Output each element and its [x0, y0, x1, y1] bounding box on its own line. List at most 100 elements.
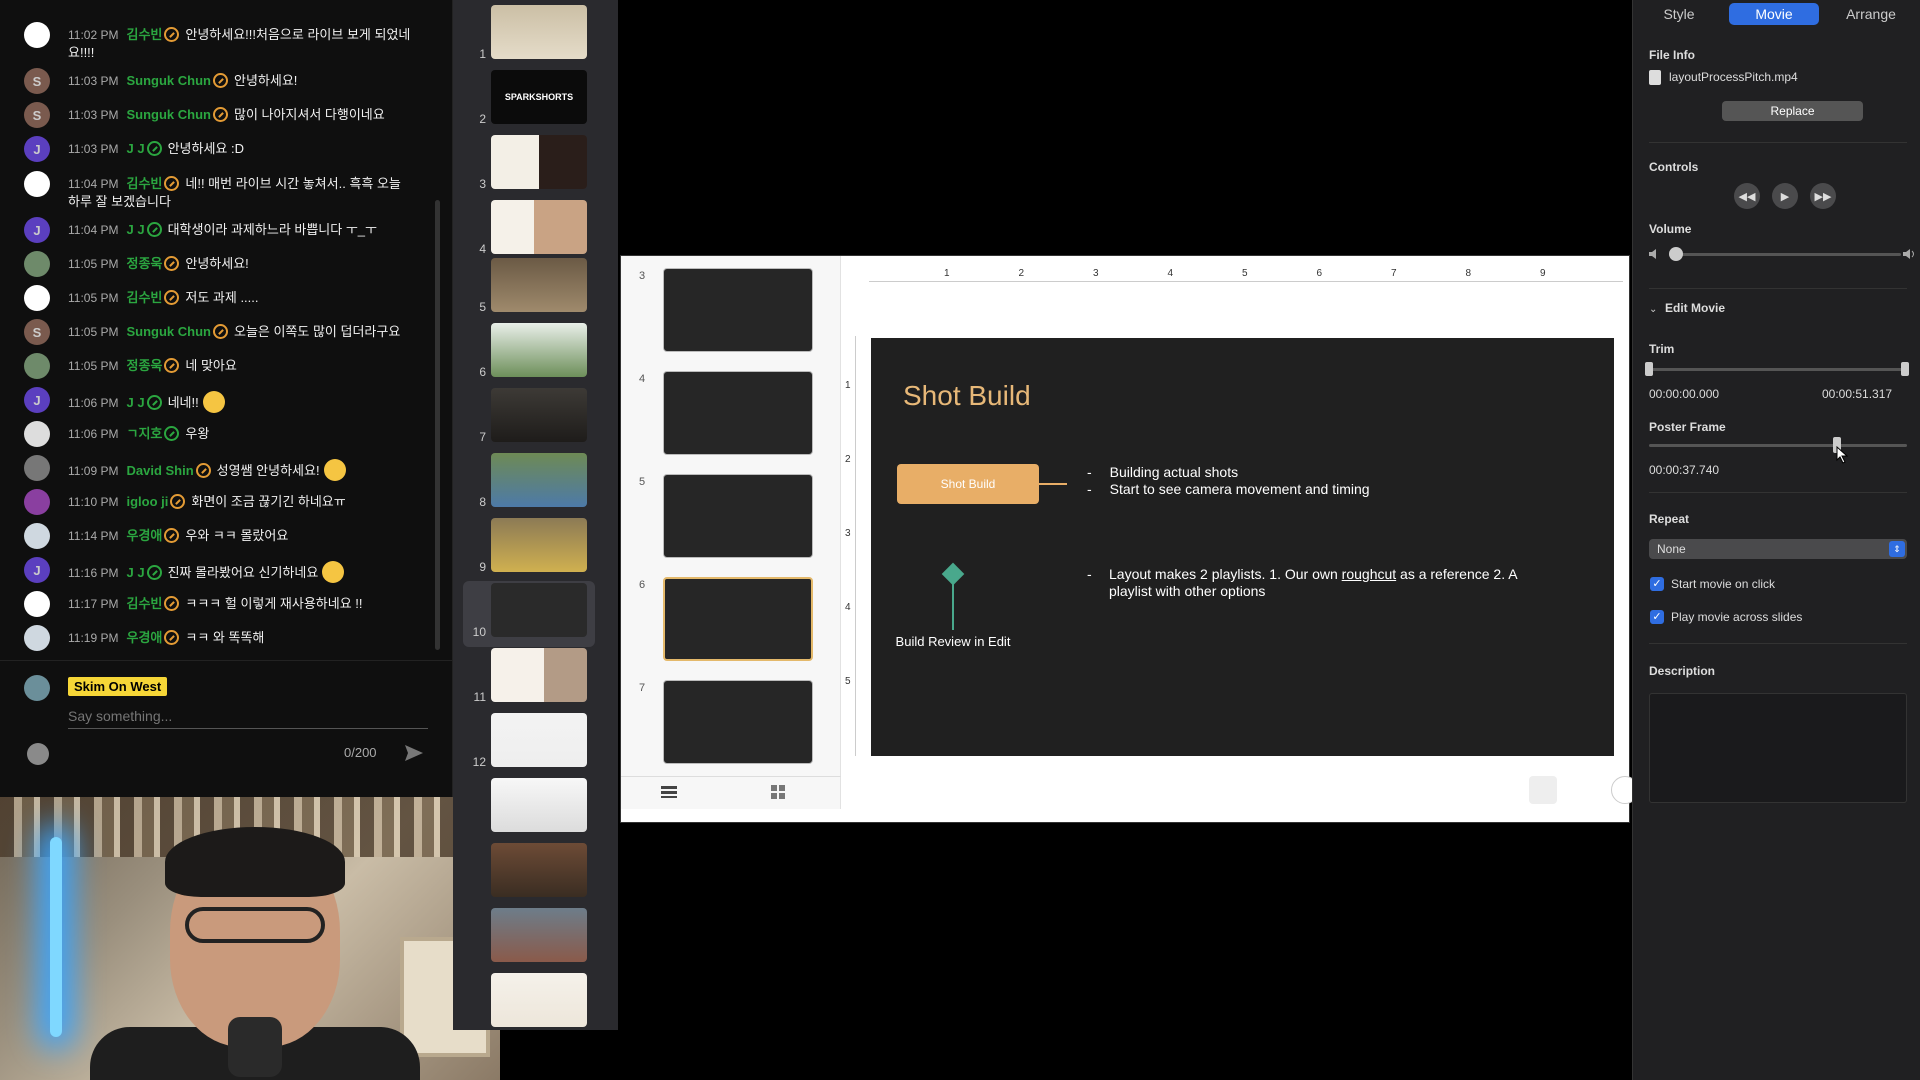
emoji-picker-icon[interactable] [27, 743, 49, 765]
slide-thumbnail[interactable] [491, 323, 587, 377]
chat-message: J 11:03 PM J J 안녕하세요 :D [24, 136, 414, 162]
slide-thumbnail[interactable] [663, 680, 813, 764]
chat-author[interactable]: Sunguk Chun [126, 107, 211, 122]
slide-thumbnail[interactable]: SPARKSHORTS [491, 70, 587, 124]
slide-number: 12 [472, 755, 486, 769]
chat-author[interactable]: J J [126, 395, 144, 410]
slide-thumbnail[interactable] [491, 843, 587, 897]
start-on-click-checkbox[interactable]: ✓ [1650, 577, 1664, 591]
slide-canvas[interactable]: Shot Build Shot Build - Building actual s… [871, 338, 1614, 756]
chat-author[interactable]: ㄱ지호 [126, 426, 162, 441]
chat-message-input[interactable] [68, 703, 428, 729]
slide-thumbnail[interactable] [663, 371, 813, 455]
chat-message-body: 11:05 PM 정종욱 네 맞아요 [68, 353, 414, 375]
document-window: 3 4 5 6 7 1 2 3 4 5 6 7 8 9 1 2 3 4 5 Shot Build Shot Bu… [620, 255, 1639, 823]
volume-slider[interactable] [1669, 253, 1901, 256]
chat-author[interactable]: Sunguk Chun [126, 324, 211, 339]
slide-thumbnail[interactable] [491, 135, 587, 189]
chevron-down-icon[interactable]: ⌄ [1649, 304, 1657, 315]
slide-thumbnail[interactable] [491, 778, 587, 832]
replace-button[interactable]: Replace [1722, 101, 1863, 121]
slide-thumbnail[interactable] [491, 713, 587, 767]
slide-thumbnail[interactable] [491, 973, 587, 1027]
poster-frame-slider[interactable] [1649, 444, 1907, 447]
slide-thumbnail[interactable] [491, 453, 587, 507]
chat-author[interactable]: 김수빈 [126, 596, 162, 611]
member-badge-icon [164, 426, 180, 441]
chat-author[interactable]: 김수빈 [126, 290, 162, 305]
slide-thumbnail[interactable] [491, 388, 587, 442]
chat-author[interactable]: igloo ji [126, 494, 168, 509]
play-across-slides-checkbox[interactable]: ✓ [1650, 610, 1664, 624]
slide-thumbnail[interactable] [491, 200, 587, 254]
chat-author[interactable]: J J [126, 141, 144, 156]
chat-author[interactable]: J J [126, 565, 144, 580]
volume-slider-thumb[interactable] [1669, 247, 1683, 261]
slide-thumbnail[interactable] [663, 577, 813, 661]
slide-thumbnail[interactable] [491, 518, 587, 572]
chat-text: 안녕하세요 :D [167, 141, 244, 156]
chat-author[interactable]: 김수빈 [126, 176, 162, 191]
member-badge-icon [212, 324, 228, 339]
member-badge-icon [164, 528, 180, 543]
chat-message-body: 11:04 PM 김수빈 네!! 매번 라이브 시간 놓쳐서.. 흑흑 오늘 하루 … [68, 171, 414, 210]
horizontal-ruler: 1 2 3 4 5 6 7 8 9 [869, 268, 1623, 282]
chat-author[interactable]: 우경애 [126, 528, 162, 543]
fast-forward-icon[interactable]: ▶▶ [1810, 183, 1836, 209]
avatar [24, 523, 50, 549]
avatar [24, 625, 50, 651]
slide-thumbnail[interactable] [663, 474, 813, 558]
chat-author[interactable]: 김수빈 [126, 27, 162, 42]
avatar [24, 251, 50, 277]
comment-icon[interactable] [1529, 776, 1557, 804]
description-label: Description [1649, 664, 1716, 678]
chat-username-badge: Skim On West [68, 677, 168, 696]
chat-author[interactable]: David Shin [126, 463, 193, 478]
member-badge-icon [164, 27, 180, 42]
chat-author[interactable]: 정종욱 [126, 358, 162, 373]
tab-arrange[interactable]: Arrange [1831, 3, 1911, 25]
bullet-list-2[interactable]: - Layout makes 2 playlists. 1. Our own r… [1087, 566, 1557, 600]
slide-thumbnail[interactable] [491, 648, 587, 702]
grid-view-icon[interactable] [771, 785, 785, 799]
volume-label: Volume [1649, 222, 1692, 236]
chat-scrollbar[interactable] [435, 200, 440, 650]
chat-author[interactable]: J J [126, 222, 144, 237]
tab-style[interactable]: Style [1643, 3, 1715, 25]
rewind-icon[interactable]: ◀◀ [1734, 183, 1760, 209]
play-icon[interactable]: ▶ [1772, 183, 1798, 209]
slide-thumbnail[interactable] [491, 908, 587, 962]
chat-timestamp: 11:03 PM [68, 142, 119, 156]
chat-message: S 11:03 PM Sunguk Chun 안녕하세요! [24, 68, 414, 94]
trim-slider[interactable] [1649, 368, 1907, 371]
list-view-icon[interactable] [661, 785, 677, 799]
send-icon[interactable] [402, 741, 426, 765]
chat-author[interactable]: 정종욱 [126, 256, 162, 271]
chat-author[interactable]: 우경애 [126, 630, 162, 645]
shot-build-box[interactable]: Shot Build [897, 464, 1039, 504]
member-badge-icon [164, 630, 180, 645]
chat-text: 대학생이라 과제하느라 바쁩니다 ㅜ_ㅜ [167, 222, 377, 237]
bullet-list[interactable]: - Building actual shots - Start to see cam… [1087, 464, 1370, 498]
slide-thumbnail[interactable] [491, 5, 587, 59]
slide-thumbnail[interactable] [491, 583, 587, 637]
trim-start-handle[interactable] [1645, 362, 1653, 376]
chat-author[interactable]: Sunguk Chun [126, 73, 211, 88]
repeat-select[interactable]: None ⇕ [1649, 539, 1907, 559]
build-review-label[interactable]: Build Review in Edit [889, 634, 1017, 650]
roughcut-link[interactable]: roughcut [1342, 566, 1396, 582]
ruler-tick-label: 9 [1540, 268, 1546, 279]
trim-end-handle[interactable] [1901, 362, 1909, 376]
chat-message-body: 11:02 PM 김수빈 안녕하세요!!!처음으로 라이브 보게 되었네요!!!! [68, 22, 414, 61]
tab-movie[interactable]: Movie [1729, 3, 1819, 25]
slide-number: 7 [479, 430, 486, 444]
chat-message: 11:05 PM 정종욱 안녕하세요! [24, 251, 414, 277]
slide-title[interactable]: Shot Build [903, 380, 1031, 412]
slide-navigator: 1 SPARKSHORTS 2 3 4 5 6 7 8 9 10 11 12 [453, 0, 618, 1030]
slide-thumbnail[interactable] [491, 258, 587, 312]
description-textarea[interactable] [1649, 693, 1907, 803]
edit-movie-label[interactable]: Edit Movie [1665, 301, 1725, 315]
divider [1649, 492, 1907, 493]
member-badge-icon [164, 176, 180, 191]
slide-thumbnail[interactable] [663, 268, 813, 352]
